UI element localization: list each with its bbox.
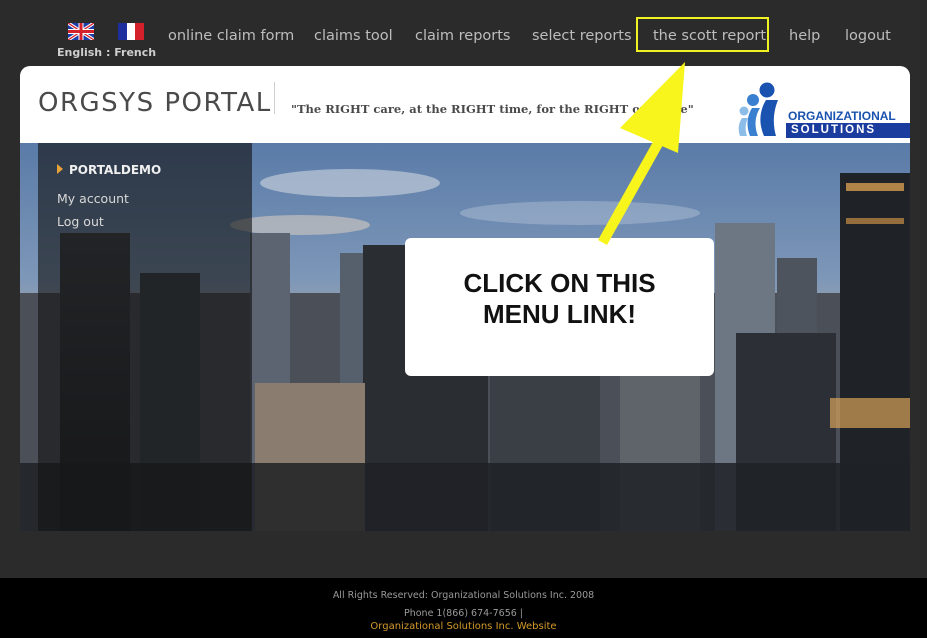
sidebar-username: PORTALDEMO xyxy=(69,163,162,177)
header-divider xyxy=(274,82,275,114)
language-english-link[interactable]: English xyxy=(57,46,102,59)
triangle-right-icon xyxy=(57,164,63,174)
language-separator: : xyxy=(102,46,115,59)
portal-tagline: "The RIGHT care, at the RIGHT time, for … xyxy=(291,102,694,116)
nav-claim-reports[interactable]: claim reports xyxy=(415,28,511,44)
page-frame: English : French online claim form claim… xyxy=(0,0,927,638)
callout-box: CLICK ON THIS MENU LINK! xyxy=(405,238,714,376)
callout-text: CLICK ON THIS MENU LINK! xyxy=(463,268,656,329)
top-navigation: English : French online claim form claim… xyxy=(0,0,927,66)
sidebar-my-account-link[interactable]: My account xyxy=(57,191,129,206)
highlight-box xyxy=(636,17,769,52)
nav-logout[interactable]: logout xyxy=(845,28,891,44)
nav-select-reports[interactable]: select reports xyxy=(532,28,632,44)
uk-flag-icon[interactable] xyxy=(68,23,94,40)
footer-phone: Phone 1(866) 674-7656 | xyxy=(403,608,523,619)
language-french-link[interactable]: French xyxy=(114,46,156,59)
logo-text-solutions: SOLUTIONS xyxy=(791,124,877,136)
nav-help[interactable]: help xyxy=(789,28,820,44)
france-flag-icon[interactable] xyxy=(118,23,144,40)
nav-claims-tool[interactable]: claims tool xyxy=(314,28,393,44)
logo-text-organizational: ORGANIZATIONAL xyxy=(788,109,896,123)
site-footer: All Rights Reserved: Organizational Solu… xyxy=(0,578,927,638)
language-selector: English : French xyxy=(57,46,156,59)
portal-title: ORGSYS PORTAL xyxy=(38,88,272,118)
sidebar-user: PORTALDEMO xyxy=(57,163,161,177)
footer-website-link[interactable]: Organizational Solutions Inc. Website xyxy=(0,621,927,632)
footer-rights: All Rights Reserved: Organizational Solu… xyxy=(332,590,595,601)
nav-online-claim-form[interactable]: online claim form xyxy=(168,28,294,44)
sidebar-log-out-link[interactable]: Log out xyxy=(57,214,104,229)
sidebar: PORTALDEMO My account Log out xyxy=(38,143,252,531)
site-header: ORGSYS PORTAL "The RIGHT care, at the RI… xyxy=(20,66,910,143)
